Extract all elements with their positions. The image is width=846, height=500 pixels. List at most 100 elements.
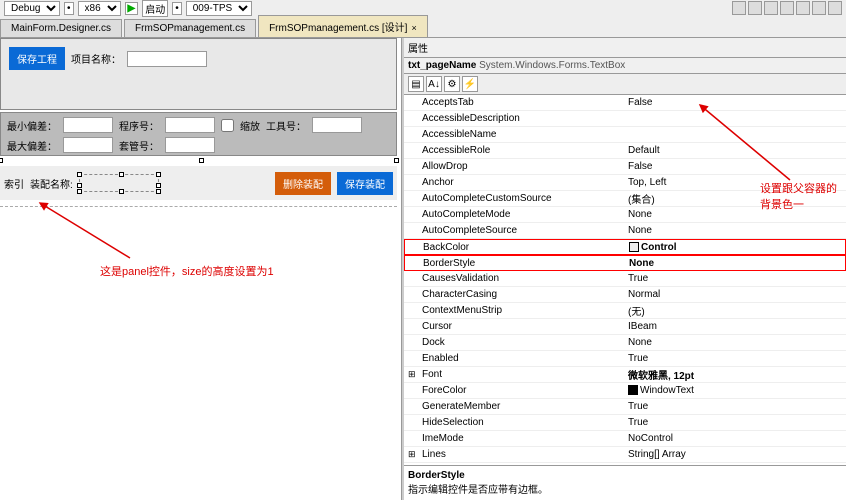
tab-frmsop-design[interactable]: FrmSOPmanagement.cs [设计]× bbox=[258, 15, 428, 37]
property-row[interactable]: CharacterCasingNormal bbox=[404, 287, 846, 303]
property-row[interactable]: AccessibleDescription bbox=[404, 111, 846, 127]
property-row[interactable]: BorderStyleNone bbox=[404, 255, 846, 271]
property-value[interactable]: True bbox=[624, 401, 846, 412]
properties-panel: 属性 txt_pageName System.Windows.Forms.Tex… bbox=[402, 38, 846, 500]
property-name: Lines bbox=[404, 449, 624, 460]
annotation-2: 设置跟父容器的背景色一 bbox=[760, 180, 846, 212]
property-row[interactable]: ContextMenuStrip(无) bbox=[404, 303, 846, 319]
scale-label: 缩放 bbox=[240, 118, 260, 133]
alpha-sort-icon[interactable]: A↓ bbox=[426, 76, 442, 92]
icon-2[interactable] bbox=[748, 1, 762, 15]
property-name: AccessibleName bbox=[404, 129, 624, 140]
color-swatch bbox=[629, 242, 639, 252]
property-value[interactable]: Control bbox=[625, 242, 845, 253]
icon-7[interactable] bbox=[828, 1, 842, 15]
property-grid[interactable]: AcceptsTabFalseAccessibleDescriptionAcce… bbox=[404, 95, 846, 465]
play-icon[interactable]: ▶ bbox=[125, 2, 139, 15]
icon-1[interactable] bbox=[732, 1, 746, 15]
icon-3[interactable] bbox=[764, 1, 778, 15]
save-assembly-button[interactable]: 保存装配 bbox=[337, 172, 393, 195]
property-name: ForeColor bbox=[404, 385, 624, 396]
delete-assembly-button[interactable]: 删除装配 bbox=[275, 172, 331, 195]
property-value[interactable]: String[] Array bbox=[624, 449, 846, 460]
property-value[interactable]: False bbox=[624, 161, 846, 172]
prop-panel-title: 属性 bbox=[408, 44, 428, 55]
property-name: AccessibleDescription bbox=[404, 113, 624, 124]
property-value[interactable]: None bbox=[625, 258, 845, 269]
property-value[interactable]: None bbox=[624, 337, 846, 348]
property-value[interactable]: True bbox=[624, 353, 846, 364]
property-value[interactable]: Default bbox=[624, 145, 846, 156]
property-value[interactable]: (无) bbox=[624, 303, 846, 318]
property-row[interactable]: DockNone bbox=[404, 335, 846, 351]
property-value[interactable]: NoControl bbox=[624, 433, 846, 444]
assembly-name-input[interactable] bbox=[79, 174, 159, 192]
property-row[interactable]: ImeModeNoControl bbox=[404, 431, 846, 447]
property-name: Font bbox=[404, 369, 624, 380]
property-name: BorderStyle bbox=[405, 258, 625, 269]
kit-num-label: 套管号： bbox=[119, 138, 159, 153]
property-value[interactable]: False bbox=[624, 97, 846, 108]
index-label: 索引 bbox=[4, 176, 24, 191]
property-value[interactable]: Normal bbox=[624, 289, 846, 300]
property-row[interactable]: LinesString[] Array bbox=[404, 447, 846, 463]
property-name: Anchor bbox=[404, 177, 624, 188]
property-name: ImeMode bbox=[404, 433, 624, 444]
icon-4[interactable] bbox=[780, 1, 794, 15]
icon-5[interactable] bbox=[796, 1, 810, 15]
close-icon[interactable]: × bbox=[411, 23, 416, 33]
property-row[interactable]: AccessibleName bbox=[404, 127, 846, 143]
color-swatch bbox=[628, 385, 638, 395]
tab-frmsop-code[interactable]: FrmSOPmanagement.cs bbox=[124, 19, 256, 37]
property-name: AllowDrop bbox=[404, 161, 624, 172]
property-row[interactable]: ForeColorWindowText bbox=[404, 383, 846, 399]
property-name: CharacterCasing bbox=[404, 289, 624, 300]
props-icon[interactable]: ⚙ bbox=[444, 76, 460, 92]
max-offset-input[interactable] bbox=[63, 137, 113, 153]
selected-object-name: txt_pageName bbox=[408, 60, 476, 71]
project-combo[interactable]: 009-TPS bbox=[186, 1, 252, 16]
icon-6[interactable] bbox=[812, 1, 826, 15]
property-value[interactable]: IBeam bbox=[624, 321, 846, 332]
property-value[interactable]: None bbox=[624, 225, 846, 236]
document-tabs: MainForm.Designer.cs FrmSOPmanagement.cs… bbox=[0, 16, 846, 38]
arch-combo[interactable]: x86 bbox=[78, 1, 121, 16]
property-row[interactable]: HideSelectionTrue bbox=[404, 415, 846, 431]
property-row[interactable]: CursorIBeam bbox=[404, 319, 846, 335]
tool-num-input[interactable] bbox=[312, 117, 362, 133]
proc-num-input[interactable] bbox=[165, 117, 215, 133]
property-value[interactable]: True bbox=[624, 273, 846, 284]
property-row[interactable]: AutoCompleteSourceNone bbox=[404, 223, 846, 239]
property-row[interactable]: AccessibleRoleDefault bbox=[404, 143, 846, 159]
property-name: AccessibleRole bbox=[404, 145, 624, 156]
min-offset-input[interactable] bbox=[63, 117, 113, 133]
property-row[interactable]: AllowDropFalse bbox=[404, 159, 846, 175]
events-icon[interactable]: ⚡ bbox=[462, 76, 478, 92]
save-project-button[interactable]: 保存工程 bbox=[9, 47, 65, 70]
designer-surface[interactable]: 保存工程 项目名称： 最小偏差： 程序号： 缩放 工具号： 最大偏差： 套管号： bbox=[0, 38, 402, 500]
property-value[interactable]: WindowText bbox=[624, 385, 846, 396]
property-name: AutoCompleteCustomSource bbox=[404, 193, 624, 204]
prop-footer: BorderStyle 指示编辑控件是否应带有边框。 bbox=[404, 465, 846, 500]
annotation-1: 这是panel控件，size的高度设置为1 bbox=[100, 263, 274, 279]
property-value[interactable]: True bbox=[624, 417, 846, 428]
debug-combo[interactable]: Debug bbox=[4, 1, 60, 16]
property-value[interactable]: 微软雅黑, 12pt bbox=[624, 367, 846, 382]
tab-mainform[interactable]: MainForm.Designer.cs bbox=[0, 19, 122, 37]
property-name: GenerateMember bbox=[404, 401, 624, 412]
property-row[interactable]: EnabledTrue bbox=[404, 351, 846, 367]
arrow-annotation-1 bbox=[30, 198, 150, 268]
property-row[interactable]: GenerateMemberTrue bbox=[404, 399, 846, 415]
property-row[interactable]: AcceptsTabFalse bbox=[404, 95, 846, 111]
tool-num-label: 工具号： bbox=[266, 118, 306, 133]
property-row[interactable]: BackColorControl bbox=[404, 239, 846, 255]
property-row[interactable]: Font微软雅黑, 12pt bbox=[404, 367, 846, 383]
assembly-name-label: 装配名称: bbox=[30, 176, 73, 191]
categorize-icon[interactable]: ▤ bbox=[408, 76, 424, 92]
scale-checkbox[interactable] bbox=[221, 119, 234, 132]
kit-num-input[interactable] bbox=[165, 137, 215, 153]
property-name: AcceptsTab bbox=[404, 97, 624, 108]
start-label[interactable]: 启动 bbox=[142, 0, 168, 17]
project-name-input[interactable] bbox=[127, 51, 207, 67]
property-row[interactable]: CausesValidationTrue bbox=[404, 271, 846, 287]
